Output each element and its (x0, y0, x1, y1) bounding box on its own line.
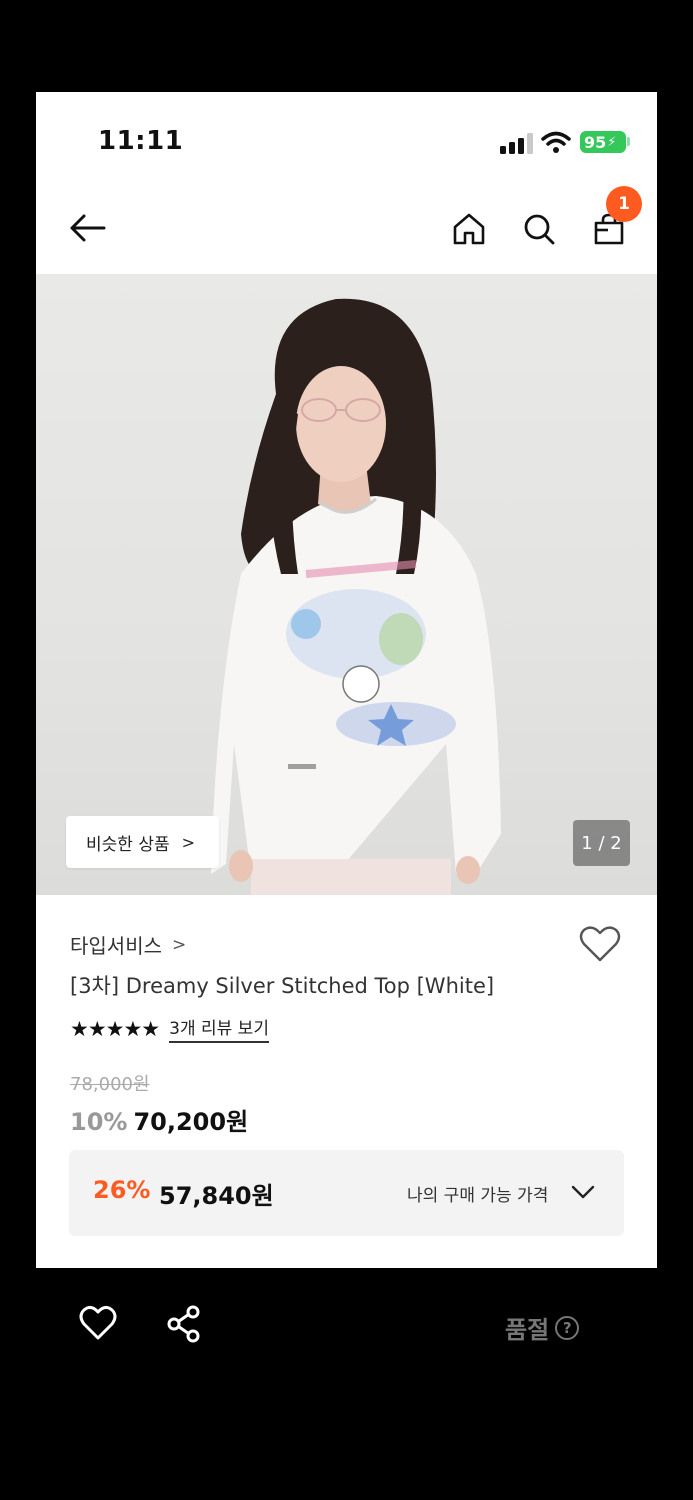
home-button[interactable] (444, 204, 494, 254)
my-price-label: 나의 구매 가능 가격 (407, 1186, 549, 1206)
battery-level: 95 (584, 132, 607, 152)
product-image[interactable]: 비슷한 상품 > 1 / 2 (36, 274, 657, 895)
wifi-icon (541, 131, 571, 153)
status-time: 11:11 (98, 126, 184, 156)
arrow-left-icon (70, 214, 106, 242)
brand-link[interactable]: 타입서비스 > (70, 930, 186, 959)
image-page-indicator: 1 / 2 (573, 820, 630, 866)
chevron-down-icon (571, 1185, 595, 1199)
my-price-discount: 26% (93, 1176, 151, 1204)
share-icon[interactable] (164, 1304, 204, 1344)
brand-name: 타입서비스 (70, 934, 162, 958)
cellular-signal-icon (500, 133, 533, 154)
battery-icon: 95 ⚡ (580, 131, 626, 153)
rating-row: ★★★★★ 3개 리뷰 보기 (70, 1014, 269, 1043)
sale-price: 70,200원 (133, 1108, 249, 1136)
search-icon (524, 214, 555, 245)
wishlist-heart-icon[interactable] (578, 924, 622, 964)
sold-out-status: 품절 ? (505, 1310, 580, 1345)
chevron-right-icon: > (172, 934, 187, 955)
model-photo (211, 298, 501, 895)
bottom-action-bar: 품절 ? (0, 1268, 693, 1500)
status-bar: 11:11 95 ⚡ (36, 92, 657, 184)
my-price-dropdown[interactable]: 26% 57,840원 나의 구매 가능 가격 (69, 1150, 624, 1236)
heart-icon[interactable] (78, 1304, 118, 1344)
battery-cap (627, 137, 630, 146)
home-icon (453, 213, 485, 245)
chevron-right-icon: > (181, 832, 196, 852)
similar-products-button[interactable]: 비슷한 상품 > (66, 816, 219, 868)
discount-rate: 10% (70, 1108, 128, 1136)
sold-out-label: 품절 (505, 1316, 550, 1344)
sale-price-row: 10% 70,200원 (70, 1102, 248, 1137)
cart-count-badge: 1 (606, 186, 642, 222)
app-screen: 11:11 95 ⚡ 1 비슷한 상품 > 1 / 2 타입서비스 > [3차]… (36, 92, 657, 1268)
search-button[interactable] (514, 204, 564, 254)
view-reviews-link[interactable]: 3개 리뷰 보기 (169, 1014, 269, 1043)
back-button[interactable] (64, 204, 112, 252)
app-bar (36, 184, 657, 274)
charging-bolt-icon: ⚡ (607, 134, 617, 150)
help-circle-icon[interactable]: ? (555, 1315, 580, 1340)
star-rating-icon: ★★★★★ (70, 1016, 160, 1041)
product-title: [3차] Dreamy Silver Stitched Top [White] (70, 974, 495, 998)
similar-products-label: 비슷한 상품 (86, 834, 170, 855)
original-price: 78,000원 (70, 1074, 150, 1095)
my-price-value: 57,840원 (159, 1182, 274, 1210)
